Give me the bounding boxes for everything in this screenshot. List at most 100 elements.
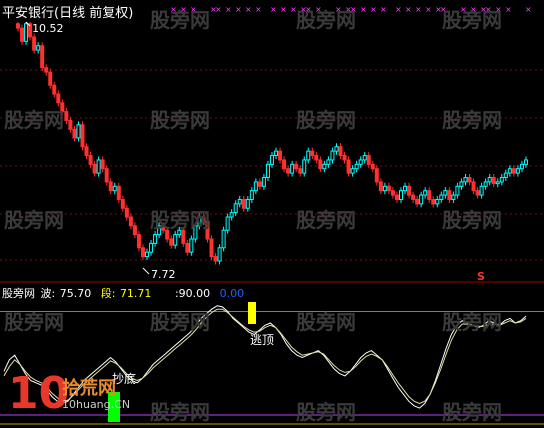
candle-body: [36, 45, 41, 51]
candle-body: [378, 181, 383, 192]
top-signal-label: 逃顶: [250, 333, 274, 347]
candle-body: [390, 190, 395, 196]
candle-body: [274, 150, 279, 157]
candle-body: [257, 181, 262, 187]
candle-body: [342, 155, 347, 161]
candle-body: [306, 150, 311, 161]
candle-body: [140, 247, 145, 258]
candle-body: [451, 194, 456, 200]
event-marker: ×: [415, 5, 422, 14]
event-marker: ×: [215, 5, 222, 14]
candle-body: [169, 238, 174, 246]
candle-body: [237, 198, 242, 205]
candle-body: [221, 229, 226, 249]
candle-body: [153, 234, 158, 244]
watermark: 股旁网: [4, 208, 64, 232]
candle-body: [431, 198, 436, 205]
event-marker: ×: [395, 5, 402, 14]
event-marker: ×: [405, 5, 412, 14]
candle-body: [334, 146, 339, 152]
watermark: 股旁网: [296, 108, 356, 132]
candle-body: [507, 168, 512, 174]
candle-body: [124, 207, 129, 218]
candle-body: [298, 168, 303, 174]
candle-body: [407, 185, 412, 196]
segment-label: 段:: [100, 287, 116, 300]
candle-body: [398, 190, 403, 200]
watermark: 股旁网: [296, 208, 356, 232]
candle-body: [487, 177, 492, 183]
candle-body: [467, 177, 472, 183]
candle-body: [326, 159, 331, 165]
candle-body: [439, 194, 444, 200]
candle-body: [92, 163, 97, 174]
candle-body: [483, 181, 488, 187]
watermark: 股旁网: [150, 208, 210, 232]
candle-body: [471, 181, 476, 192]
candle-body: [314, 155, 319, 161]
event-marker: ×: [280, 5, 287, 14]
candle-body: [100, 159, 105, 170]
candle-body: [411, 194, 416, 200]
candle-body: [253, 181, 258, 192]
watermark: 股旁网: [442, 208, 502, 232]
candle-body: [491, 177, 496, 185]
candle-body: [447, 190, 452, 200]
candle-body: [233, 203, 238, 214]
candle-body: [346, 159, 351, 174]
candle-body: [189, 238, 194, 253]
level-low-value: 0.00: [219, 287, 245, 300]
candle-body: [241, 198, 246, 209]
event-marker: ×: [235, 5, 242, 14]
candle-body: [290, 163, 295, 174]
candle-body: [278, 150, 283, 161]
watermark: 股旁网: [150, 400, 210, 424]
event-marker: ×: [505, 5, 512, 14]
candle-body: [358, 159, 363, 165]
candle-body: [515, 168, 520, 174]
watermark: 股旁网: [150, 108, 210, 132]
candle-body: [104, 168, 109, 183]
candle-body: [475, 190, 480, 196]
candle-body: [286, 168, 291, 174]
candle-body: [229, 212, 234, 218]
event-marker: ×: [245, 5, 252, 14]
candle-body: [68, 119, 73, 130]
chart-title: 平安银行(日线 前复权): [2, 6, 134, 21]
wave-value: 75.70: [59, 287, 92, 300]
candle-body: [173, 234, 178, 246]
candle-body: [48, 71, 53, 86]
candle-body: [120, 198, 125, 209]
candle-body: [403, 185, 408, 192]
candle-body: [354, 163, 359, 170]
event-marker: ×: [255, 5, 262, 14]
watermark: 股旁网: [442, 8, 502, 32]
watermark: 股旁网: [296, 8, 356, 32]
event-marker: ×: [425, 5, 432, 14]
candle-body: [24, 23, 29, 42]
candle-body: [44, 67, 49, 73]
candle-body: [511, 168, 516, 174]
candle-body: [64, 111, 69, 121]
candle-body: [302, 159, 307, 174]
candle-body: [499, 177, 504, 183]
candle-body: [503, 172, 508, 179]
indicator-bar: 股旁网 波: 75.70 段: 71.71 :90.00 0.00: [2, 285, 250, 301]
candle-body: [209, 238, 214, 258]
candle-body: [116, 185, 121, 200]
candle-body: [261, 177, 266, 187]
candle-body: [88, 155, 93, 165]
candle-body: [249, 190, 254, 200]
candle-body: [185, 242, 190, 253]
brand-name: 拾荒网: [62, 378, 116, 399]
candle-body: [84, 146, 89, 157]
candle-body: [128, 216, 133, 227]
event-marker: ×: [525, 5, 532, 14]
watermark: 股旁网: [296, 310, 356, 334]
watermark: 股旁网: [4, 108, 64, 132]
watermark: 股旁网: [442, 108, 502, 132]
top-signal-bar: [248, 302, 256, 324]
event-marker: ×: [225, 5, 232, 14]
candle-body: [382, 185, 387, 192]
candle-body: [479, 185, 484, 196]
